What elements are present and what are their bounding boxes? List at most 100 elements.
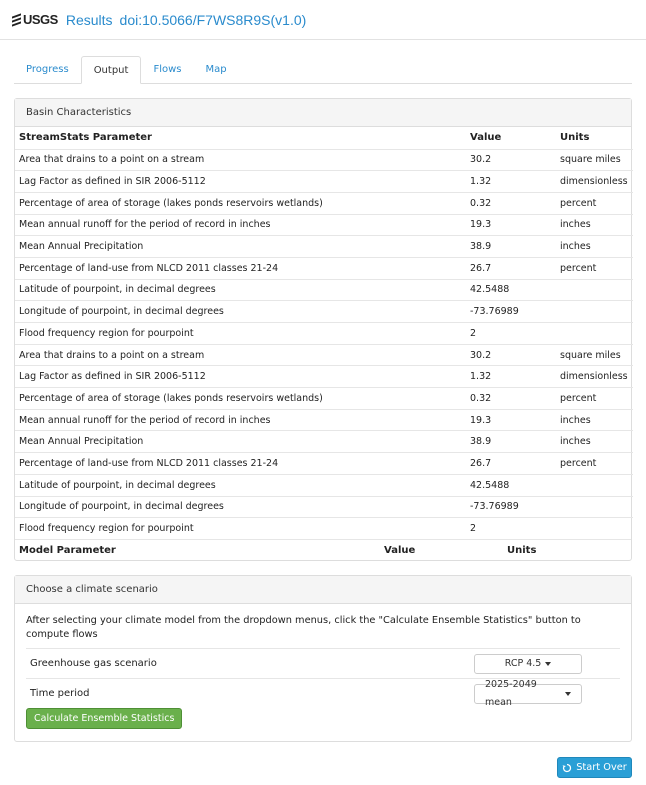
cell-units: dimensionless [556, 170, 633, 193]
table-row: Percentage of land-use from NLCD 2011 cl… [15, 256, 633, 280]
cell-value: 30.2 [466, 343, 556, 366]
table-row: Percentage of area of storage (lakes pon… [15, 191, 633, 215]
climate-instructions: After selecting your climate model from … [26, 615, 581, 640]
cell-param: Percentage of land-use from NLCD 2011 cl… [15, 452, 466, 475]
calculate-ensemble-button[interactable]: Calculate Ensemble Statistics [26, 708, 183, 729]
table-row: Mean annual runoff for the period of rec… [15, 213, 633, 236]
cell-units: percent [556, 256, 633, 280]
col-header-value: Value [470, 132, 502, 144]
cell-param: Lag Factor as defined in SIR 2006-5112 [15, 365, 466, 388]
table-row: Longitude of pourpoint, in decimal degre… [15, 300, 633, 323]
cell-value: 26.7 [466, 256, 556, 280]
rotate-icon [562, 763, 572, 772]
cell-value: 0.32 [466, 191, 556, 215]
cell-value: 42.5488 [466, 473, 556, 496]
page-title: Results doi:10.5066/F7WS8R9S(v1.0) [66, 12, 306, 28]
cell-units: inches [556, 213, 633, 236]
time-period-label: Time period [30, 688, 90, 699]
cell-value: 26.7 [466, 452, 556, 475]
ghg-scenario-row: Greenhouse gas scenario RCP 4.5 [26, 648, 620, 678]
table-row: Mean Annual Precipitation 38.9 inches [15, 430, 633, 453]
cell-param: Lag Factor as defined in SIR 2006-5112 [15, 170, 466, 193]
cell-value: 0.32 [466, 387, 556, 410]
cell-param: Latitude of pourpoint, in decimal degree… [15, 278, 466, 301]
chevron-down-icon [565, 691, 571, 696]
ghg-scenario-label: Greenhouse gas scenario [30, 658, 157, 669]
tab-output[interactable]: Output [80, 56, 142, 84]
table-header-row: StreamStats Parameter Value Units [15, 127, 633, 149]
table-row: Lag Factor as defined in SIR 2006-5112 1.… [15, 365, 633, 388]
cell-units [556, 300, 633, 323]
cell-param: Percentage of area of storage (lakes pon… [15, 191, 466, 215]
cell-param: Longitude of pourpoint, in decimal degre… [15, 495, 466, 518]
cell-param: Mean Annual Precipitation [15, 235, 466, 258]
time-period-dropdown[interactable]: 2025-2049 mean [474, 679, 582, 708]
usgs-logo[interactable]: USGS [12, 12, 58, 27]
table-row: Area that drains to a point on a stream 3… [15, 148, 633, 171]
model-parameter-header: Model Parameter Value Units [15, 539, 631, 560]
tab-progress[interactable]: Progress [14, 56, 81, 84]
results-title: Results [65, 11, 113, 28]
cell-value: 1.32 [466, 365, 556, 388]
tab-flows[interactable]: Flows [141, 56, 193, 84]
cell-units [556, 322, 633, 345]
cell-value: 19.3 [466, 408, 556, 431]
table-row: Lag Factor as defined in SIR 2006-5112 1.… [15, 170, 633, 193]
cell-units [556, 278, 633, 301]
table-row: Area that drains to a point on a stream 3… [15, 343, 633, 366]
model-col-units: Units [507, 544, 537, 556]
basin-characteristics-panel: Basin Characteristics StreamStats Parame… [14, 98, 633, 561]
cell-value: -73.76989 [466, 495, 556, 518]
start-over-label: Start Over [576, 762, 627, 773]
cell-units: percent [556, 452, 633, 475]
cell-param: Area that drains to a point on a stream [15, 148, 466, 171]
cell-units: inches [556, 408, 633, 431]
doi-link[interactable]: doi:10.5066/F7WS8R9S(v1.0) [120, 12, 307, 28]
start-over-button[interactable]: Start Over [557, 757, 632, 778]
logo-text: USGS [23, 12, 58, 27]
cell-units: dimensionless [556, 365, 633, 388]
ghg-scenario-dropdown[interactable]: RCP 4.5 [474, 653, 582, 674]
ghg-scenario-value: RCP 4.5 [504, 657, 542, 669]
cell-value: 2 [466, 322, 556, 345]
time-period-value: 2025-2049 mean [485, 678, 537, 708]
basin-table: StreamStats Parameter Value Units Area t… [15, 127, 633, 540]
cell-value: 38.9 [466, 430, 556, 453]
cell-units: square miles [556, 148, 633, 171]
table-row: Percentage of land-use from NLCD 2011 cl… [15, 452, 633, 475]
tab-bar: Progress Output Flows Map [14, 56, 632, 84]
cell-param: Flood frequency region for pourpoint [15, 517, 466, 540]
climate-scenario-panel: Choose a climate scenario After selectin… [14, 575, 632, 742]
time-period-row: Time period 2025-2049 mean [26, 678, 620, 708]
chevron-down-icon [545, 661, 552, 666]
cell-param: Flood frequency region for pourpoint [15, 322, 466, 345]
cell-value: 38.9 [466, 235, 556, 258]
cell-param: Mean Annual Precipitation [15, 430, 466, 453]
cell-units: percent [556, 191, 633, 215]
model-col-param: Model Parameter [19, 544, 116, 556]
cell-value: 1.32 [466, 170, 556, 193]
cell-value: 19.3 [466, 213, 556, 236]
table-row: Mean Annual Precipitation 38.9 inches [15, 235, 633, 258]
cell-units: percent [556, 387, 633, 410]
col-header-units: Units [560, 132, 590, 144]
cell-units [556, 517, 633, 540]
cell-param: Percentage of area of storage (lakes pon… [15, 387, 466, 410]
table-row: Latitude of pourpoint, in decimal degree… [15, 278, 633, 301]
col-header-param: StreamStats Parameter [19, 132, 152, 144]
cell-units [556, 495, 633, 518]
cell-param: Longitude of pourpoint, in decimal degre… [15, 300, 466, 323]
table-row: Mean annual runoff for the period of rec… [15, 408, 633, 431]
cell-units: square miles [556, 343, 633, 366]
cell-value: 42.5488 [466, 278, 556, 301]
cell-units: inches [556, 235, 633, 258]
cell-value: 30.2 [466, 148, 556, 171]
cell-param: Area that drains to a point on a stream [15, 343, 466, 366]
cell-value: 2 [466, 517, 556, 540]
table-row: Percentage of area of storage (lakes pon… [15, 387, 633, 410]
cell-units [556, 473, 633, 496]
cell-param: Percentage of land-use from NLCD 2011 cl… [15, 256, 466, 280]
table-row: Flood frequency region for pourpoint 2 [15, 517, 633, 540]
tab-map[interactable]: Map [193, 56, 238, 84]
cell-param: Mean annual runoff for the period of rec… [15, 408, 466, 431]
